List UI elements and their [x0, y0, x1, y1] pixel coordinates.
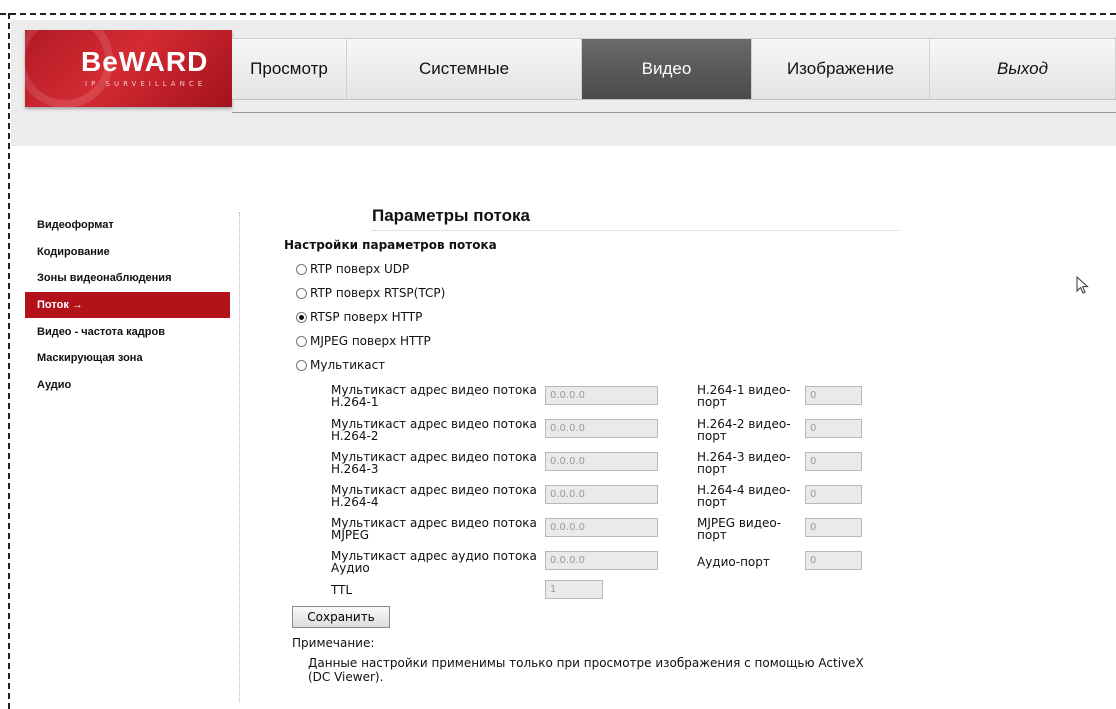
nav-tab-image[interactable]: Изображение [752, 39, 930, 99]
top-nav: Просмотр Системные Видео Изображение Вых… [232, 38, 1116, 100]
radio-mjpeg-http[interactable]: MJPEG поверх HTTP [296, 334, 431, 348]
multicast-port-input[interactable] [805, 551, 862, 570]
note-text: Данные настройки применимы только при пр… [308, 656, 864, 684]
multicast-addr-label: Мультикаст адрес видео потока H.264-4 [331, 483, 537, 509]
multicast-addr-input[interactable] [545, 551, 658, 570]
multicast-addr-label: Мультикаст адрес видео потока MJPEG [331, 516, 537, 542]
radio-rtp-rtsp-tcp[interactable]: RTP поверх RTSP(TCP) [296, 286, 445, 300]
nav-tab-exit[interactable]: Выход [930, 39, 1116, 99]
multicast-port-label: H.264-2 видео-порт [697, 417, 791, 443]
multicast-port-label: H.264-4 видео-порт [697, 483, 791, 509]
radio-button[interactable] [296, 359, 307, 371]
title-divider [372, 230, 900, 231]
multicast-addr-input[interactable] [545, 419, 658, 438]
nav-tab-view[interactable]: Просмотр [232, 39, 347, 99]
ttl-label: TTL [331, 583, 353, 597]
mouse-cursor-icon [1076, 276, 1089, 294]
nav-tab-video[interactable]: Видео [582, 39, 752, 99]
note-label: Примечание: [292, 636, 375, 650]
sidebar-item-audio[interactable]: Аудио [25, 372, 230, 399]
radio-label: MJPEG поверх HTTP [310, 334, 431, 348]
logo-subtext: IP SURVEILLANCE [85, 80, 207, 88]
header-divider [232, 112, 1116, 113]
radio-label: Мультикаст [310, 358, 386, 372]
sidebar-item-surveillance-zones[interactable]: Зоны видеонаблюдения [25, 265, 230, 292]
multicast-port-label: Аудио-порт [697, 555, 770, 569]
frame-left-border [8, 13, 10, 709]
multicast-addr-label: Мультикаст адрес аудио потока Аудио [331, 549, 537, 575]
radio-button[interactable] [296, 287, 307, 299]
multicast-port-label: MJPEG видео-порт [697, 516, 782, 542]
save-button[interactable]: Сохранить [292, 606, 390, 628]
multicast-port-input[interactable] [805, 386, 862, 405]
radio-label: RTP поверх RTSP(TCP) [310, 286, 446, 300]
nav-tab-system[interactable]: Системные [347, 39, 582, 99]
multicast-addr-label: Мультикаст адрес видео потока H.264-2 [331, 417, 537, 443]
multicast-port-label: H.264-1 видео-порт [697, 383, 791, 409]
multicast-addr-input[interactable] [545, 386, 658, 405]
sidebar-item-stream[interactable]: Поток → [25, 291, 230, 319]
multicast-addr-input[interactable] [545, 518, 658, 537]
section-title: Настройки параметров потока [284, 238, 497, 252]
multicast-port-input[interactable] [805, 518, 862, 537]
radio-button[interactable] [296, 335, 307, 347]
sidebar-item-frame-rate[interactable]: Видео - частота кадров [25, 318, 230, 345]
multicast-port-input[interactable] [805, 452, 862, 471]
sidebar-menu: Видеоформат Кодирование Зоны видеонаблюд… [25, 212, 230, 398]
logo-text: BeWARD [81, 46, 209, 77]
multicast-addr-input[interactable] [545, 485, 658, 504]
radio-button[interactable] [296, 263, 307, 275]
page-title: Параметры потока [372, 206, 530, 225]
multicast-addr-input[interactable] [545, 452, 658, 471]
sidebar-item-encoding[interactable]: Кодирование [25, 239, 230, 266]
multicast-addr-label: Мультикаст адрес видео потока H.264-3 [331, 450, 537, 476]
sidebar-item-video-format[interactable]: Видеоформат [25, 212, 230, 239]
radio-multicast[interactable]: Мультикаст [296, 358, 385, 372]
multicast-addr-label: Мультикаст адрес видео потока H.264-1 [331, 383, 537, 409]
radio-button-checked[interactable] [296, 311, 307, 323]
radio-rtsp-http[interactable]: RTSP поверх HTTP [296, 310, 422, 324]
sidebar-item-privacy-mask[interactable]: Маскирующая зона [25, 345, 230, 372]
radio-label: RTSP поверх HTTP [310, 310, 423, 324]
radio-rtp-udp[interactable]: RTP поверх UDP [296, 262, 409, 276]
multicast-port-input[interactable] [805, 485, 862, 504]
ttl-input[interactable] [545, 580, 603, 599]
frame-top-border [0, 13, 1116, 15]
sidebar-divider [239, 212, 240, 702]
radio-label: RTP поверх UDP [310, 262, 410, 276]
beward-logo: BeWARD IP SURVEILLANCE [25, 30, 232, 107]
multicast-port-input[interactable] [805, 419, 862, 438]
multicast-port-label: H.264-3 видео-порт [697, 450, 791, 476]
